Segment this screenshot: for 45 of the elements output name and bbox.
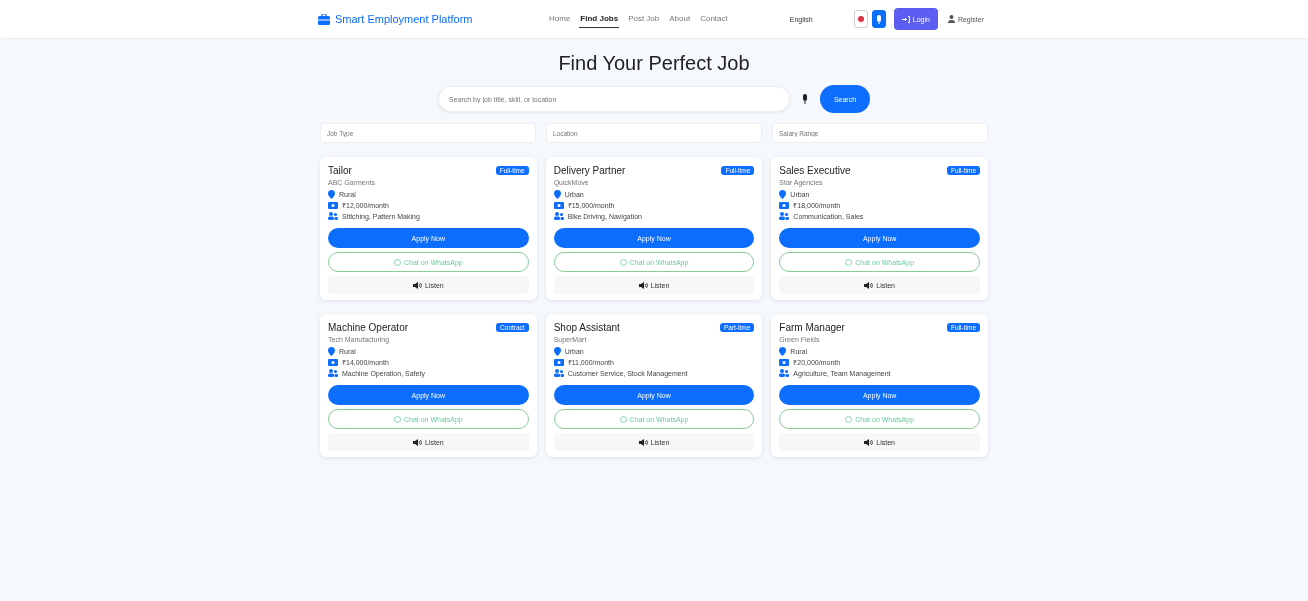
location-pin-icon xyxy=(553,190,561,199)
nav-link[interactable]: About xyxy=(668,10,692,28)
speaker-icon xyxy=(864,281,874,289)
record-button[interactable] xyxy=(853,10,868,28)
job-title: Shop Assistant xyxy=(553,322,620,333)
money-icon xyxy=(779,202,790,209)
user-icon xyxy=(947,15,955,23)
nav-link[interactable]: Home xyxy=(548,10,572,28)
speaker-icon xyxy=(638,281,648,289)
money-icon xyxy=(553,202,564,209)
people-icon xyxy=(553,369,564,377)
location-pin-icon xyxy=(553,347,561,356)
people-icon xyxy=(328,212,338,220)
speaker-icon xyxy=(864,438,874,446)
location-pin-icon xyxy=(779,347,787,356)
brand-name[interactable]: Smart Employment Platform xyxy=(335,13,473,25)
nav-link[interactable]: Find Jobs xyxy=(579,10,620,28)
job-title: Farm Manager xyxy=(779,322,845,333)
money-icon xyxy=(328,202,338,209)
page-title: Find Your Perfect Job xyxy=(557,52,751,75)
nav-link[interactable]: Contact xyxy=(699,10,729,28)
location-pin-icon xyxy=(328,347,335,356)
speaker-icon xyxy=(413,438,422,446)
money-icon xyxy=(779,359,790,366)
job-title: Sales Executive xyxy=(779,165,851,176)
microphone-button[interactable] xyxy=(871,10,886,28)
people-icon xyxy=(779,369,790,377)
job-title: Tailor xyxy=(328,165,352,176)
people-icon xyxy=(779,212,790,220)
money-icon xyxy=(328,359,338,366)
microphone-icon xyxy=(875,14,882,24)
sign-in-icon xyxy=(901,15,910,23)
dot-icon xyxy=(857,16,864,22)
money-icon xyxy=(553,359,564,366)
location-pin-icon xyxy=(779,190,787,199)
people-icon xyxy=(328,369,338,377)
location-pin-icon xyxy=(328,190,335,199)
job-title: Delivery Partner xyxy=(553,165,626,176)
microphone-icon[interactable] xyxy=(802,94,808,104)
speaker-icon xyxy=(413,281,422,289)
people-icon xyxy=(553,212,564,220)
job-title: Machine Operator xyxy=(328,322,409,333)
speaker-icon xyxy=(638,438,648,446)
briefcase-icon xyxy=(318,13,330,25)
nav-link[interactable]: Post Job xyxy=(627,10,661,28)
